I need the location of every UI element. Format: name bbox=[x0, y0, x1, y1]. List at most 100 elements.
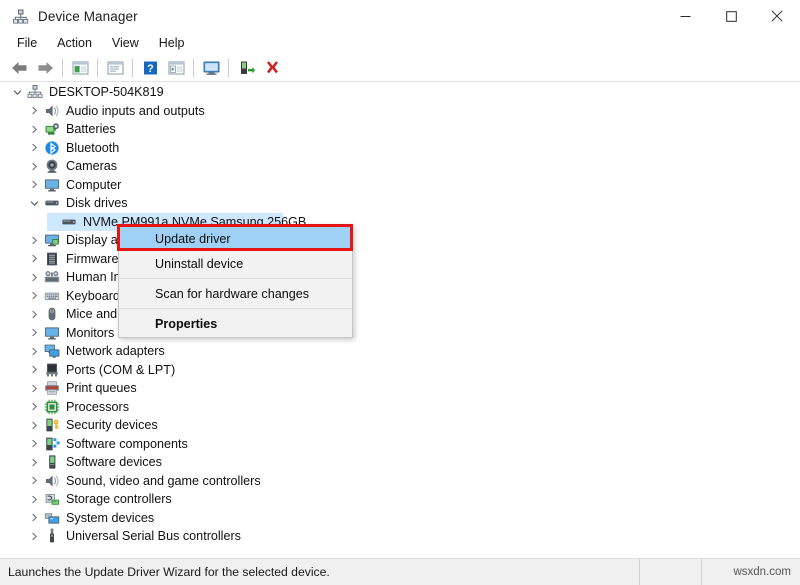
tree-row[interactable]: Bluetooth bbox=[0, 139, 800, 158]
printer-icon bbox=[42, 379, 62, 397]
enable-device-icon[interactable] bbox=[233, 56, 259, 80]
disk-drive-icon bbox=[42, 194, 62, 212]
tree-row-label: Software devices bbox=[66, 455, 162, 470]
forward-icon[interactable] bbox=[32, 56, 58, 80]
chevron-right-icon[interactable] bbox=[26, 139, 42, 157]
tree-row[interactable]: Batteries bbox=[0, 120, 800, 139]
minimize-button[interactable] bbox=[662, 0, 708, 32]
tree-row-label: System devices bbox=[66, 510, 155, 525]
maximize-button[interactable] bbox=[708, 0, 754, 32]
tree-row[interactable]: Software devices bbox=[0, 453, 800, 472]
status-pane-empty bbox=[640, 558, 702, 585]
system-device-icon bbox=[42, 509, 62, 527]
chevron-right-icon[interactable] bbox=[26, 324, 42, 342]
menu-help[interactable]: Help bbox=[149, 34, 195, 52]
context-menu-item[interactable]: Scan for hardware changes bbox=[119, 281, 352, 306]
software-device-icon bbox=[42, 453, 62, 471]
disk-drive-icon bbox=[59, 213, 79, 231]
status-bar: Launches the Update Driver Wizard for th… bbox=[0, 558, 800, 585]
context-menu-item[interactable]: Properties bbox=[119, 311, 352, 336]
chevron-right-icon[interactable] bbox=[26, 361, 42, 379]
chevron-right-icon[interactable] bbox=[26, 398, 42, 416]
tree-row[interactable]: Security devices bbox=[0, 416, 800, 435]
chevron-right-icon[interactable] bbox=[26, 416, 42, 434]
tree-row[interactable]: Universal Serial Bus controllers bbox=[0, 527, 800, 546]
menu-action[interactable]: Action bbox=[47, 34, 102, 52]
chevron-right-icon[interactable] bbox=[26, 509, 42, 527]
menu-file[interactable]: File bbox=[7, 34, 47, 52]
chevron-placeholder bbox=[43, 213, 59, 231]
menu-view[interactable]: View bbox=[102, 34, 149, 52]
chevron-right-icon[interactable] bbox=[26, 490, 42, 508]
camera-icon bbox=[42, 157, 62, 175]
chevron-right-icon[interactable] bbox=[26, 527, 42, 545]
monitor-icon bbox=[42, 176, 62, 194]
context-menu[interactable]: Update driver Uninstall device Scan for ha… bbox=[118, 224, 353, 338]
tree-row[interactable]: Software components bbox=[0, 435, 800, 454]
chevron-right-icon[interactable] bbox=[26, 250, 42, 268]
context-menu-item[interactable]: Uninstall device bbox=[119, 251, 352, 276]
back-icon[interactable] bbox=[6, 56, 32, 80]
update-driver-icon[interactable] bbox=[198, 56, 224, 80]
toolbar-separator bbox=[228, 58, 229, 77]
tree-row[interactable]: System devices bbox=[0, 509, 800, 528]
tree-row-label: Processors bbox=[66, 399, 129, 414]
chevron-down-icon[interactable] bbox=[26, 194, 42, 212]
chevron-right-icon[interactable] bbox=[26, 379, 42, 397]
properties-icon[interactable] bbox=[102, 56, 128, 80]
window-controls bbox=[662, 0, 800, 32]
device-manager-icon bbox=[11, 7, 29, 25]
chevron-right-icon[interactable] bbox=[26, 342, 42, 360]
chevron-right-icon[interactable] bbox=[26, 268, 42, 286]
watermark: wsxdn.com bbox=[733, 566, 791, 578]
show-hide-console-tree-icon[interactable] bbox=[67, 56, 93, 80]
tree-row-label: Network adapters bbox=[66, 344, 165, 359]
tree-row-label: Sound, video and game controllers bbox=[66, 473, 261, 488]
tree-row-label: Ports (COM & LPT) bbox=[66, 362, 176, 377]
speaker-icon bbox=[42, 472, 62, 490]
chevron-right-icon[interactable] bbox=[26, 231, 42, 249]
tree-row[interactable]: Audio inputs and outputs bbox=[0, 102, 800, 121]
computer-root-icon bbox=[25, 83, 45, 101]
tree-row[interactable]: Ports (COM & LPT) bbox=[0, 361, 800, 380]
tree-row-label: Batteries bbox=[66, 122, 116, 137]
chevron-right-icon[interactable] bbox=[26, 472, 42, 490]
tree-row-label: Monitors bbox=[66, 325, 115, 340]
help-icon[interactable]: ? bbox=[137, 56, 163, 80]
tree-row-label: Print queues bbox=[66, 381, 137, 396]
chevron-down-icon[interactable] bbox=[9, 83, 25, 101]
tree-row-label: Cameras bbox=[66, 159, 118, 174]
tree-row[interactable]: Network adapters bbox=[0, 342, 800, 361]
toolbar: ? bbox=[0, 54, 800, 82]
scan-hardware-changes-icon[interactable] bbox=[163, 56, 189, 80]
chevron-right-icon[interactable] bbox=[26, 102, 42, 120]
tree-row[interactable]: Processors bbox=[0, 398, 800, 417]
window-title: Device Manager bbox=[38, 8, 138, 24]
tree-row[interactable]: Disk drives bbox=[0, 194, 800, 213]
chevron-right-icon[interactable] bbox=[26, 435, 42, 453]
tree-row-label: Universal Serial Bus controllers bbox=[66, 529, 241, 544]
chevron-right-icon[interactable] bbox=[26, 453, 42, 471]
chevron-right-icon[interactable] bbox=[26, 176, 42, 194]
toolbar-separator bbox=[132, 58, 133, 77]
speaker-icon bbox=[42, 102, 62, 120]
tree-row[interactable]: Cameras bbox=[0, 157, 800, 176]
chevron-right-icon[interactable] bbox=[26, 157, 42, 175]
chevron-right-icon[interactable] bbox=[26, 287, 42, 305]
toolbar-separator bbox=[193, 58, 194, 77]
tree-row[interactable]: Sound, video and game controllers bbox=[0, 472, 800, 491]
svg-text:?: ? bbox=[147, 63, 154, 75]
chevron-right-icon[interactable] bbox=[26, 305, 42, 323]
tree-row[interactable]: DESKTOP-504K819 bbox=[0, 83, 800, 102]
context-menu-item[interactable]: Update driver bbox=[119, 226, 352, 251]
bluetooth-icon bbox=[42, 139, 62, 157]
tree-row[interactable]: Print queues bbox=[0, 379, 800, 398]
hid-icon bbox=[42, 268, 62, 286]
monitor-icon bbox=[42, 324, 62, 342]
tree-row[interactable]: Storage controllers bbox=[0, 490, 800, 509]
chevron-right-icon[interactable] bbox=[26, 120, 42, 138]
close-button[interactable] bbox=[754, 0, 800, 32]
tree-row[interactable]: Computer bbox=[0, 176, 800, 195]
uninstall-device-icon[interactable] bbox=[259, 56, 285, 80]
network-adapter-icon bbox=[42, 342, 62, 360]
